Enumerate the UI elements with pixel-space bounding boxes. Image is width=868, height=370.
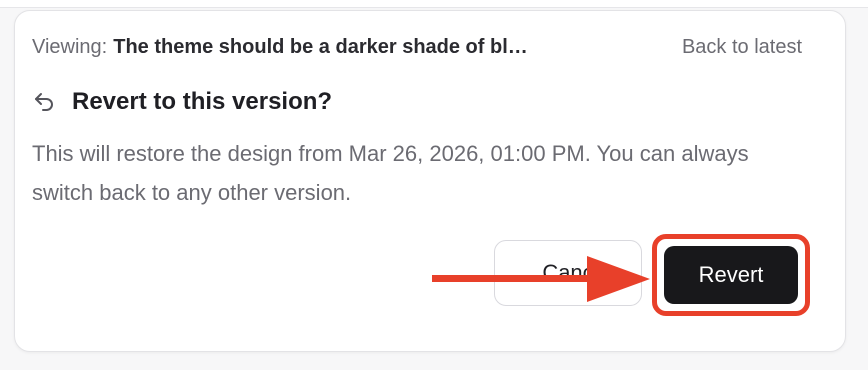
revert-button[interactable]: Revert [664, 246, 798, 304]
top-divider [0, 0, 868, 8]
viewing-info: Viewing: The theme should be a darker sh… [32, 36, 528, 59]
viewing-label: Viewing: [32, 35, 108, 58]
cancel-button[interactable]: Canc [494, 240, 642, 306]
viewing-version-title: The theme should be a darker shade of bl… [113, 35, 528, 58]
viewing-bar: Viewing: The theme should be a darker sh… [32, 34, 802, 60]
dialog-title: Revert to this version? [72, 88, 333, 115]
undo-icon [32, 89, 58, 115]
back-to-latest-link[interactable]: Back to latest [682, 36, 802, 59]
dialog-description: This will restore the design from Mar 26… [32, 141, 749, 205]
dialog-header: Revert to this version? [32, 86, 332, 118]
revert-highlight: Revert [652, 234, 810, 316]
